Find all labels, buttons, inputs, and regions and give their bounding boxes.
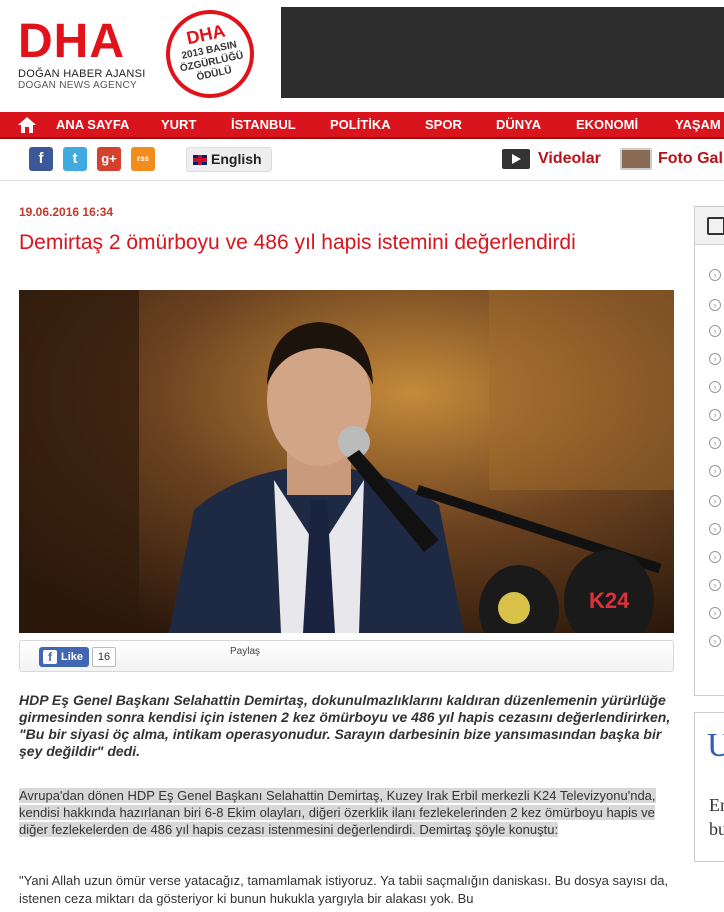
dha-logo[interactable]: DHA DOĞAN HABER AJANSI DOGAN NEWS AGENCY <box>18 18 168 98</box>
googleplus-icon[interactable]: g+ <box>97 147 121 171</box>
news-list-icon <box>707 217 724 235</box>
article-lead: HDP Eş Genel Başkanı Selahattin Demirtaş… <box>19 692 671 759</box>
facebook-icon[interactable]: f <box>29 147 53 171</box>
videos-label: Videolar <box>538 150 601 167</box>
chevron-right-icon[interactable]: › <box>709 551 721 563</box>
highlighted-text: Avrupa'dan dönen HDP Eş Genel Başkanı Se… <box>19 788 656 837</box>
main-navigation: ANA SAYFA YURT İSTANBUL POLİTİKA SPOR DÜ… <box>0 112 724 139</box>
promo-text: Er bu <box>709 793 724 841</box>
chevron-right-icon[interactable]: › <box>709 635 721 647</box>
svg-text:K24: K24 <box>589 588 630 613</box>
article-paragraph-2: "Yani Allah uzun ömür verse yatacağız, t… <box>19 873 669 906</box>
facebook-icon: f <box>43 650 57 664</box>
chevron-right-icon[interactable]: › <box>709 607 721 619</box>
photo-gallery-link[interactable]: Foto Gal <box>620 145 723 173</box>
share-label[interactable]: Paylaş <box>230 646 260 657</box>
sidebar-header <box>695 207 724 245</box>
facebook-like-button[interactable]: f Like <box>39 647 89 667</box>
nav-item-yurt[interactable]: YURT <box>161 112 196 137</box>
nav-item-dunya[interactable]: DÜNYA <box>496 112 541 137</box>
chevron-right-icon[interactable]: › <box>709 381 721 393</box>
like-label: Like <box>61 651 84 663</box>
twitter-icon[interactable]: t <box>63 147 87 171</box>
photo-gallery-label: Foto Gal <box>658 150 723 167</box>
chevron-right-icon[interactable]: › <box>709 437 721 449</box>
social-toolbar: f t g+ rss English Videolar Foto Gal <box>0 139 724 181</box>
uk-flag-icon <box>193 155 207 165</box>
chevron-right-icon[interactable]: › <box>709 579 721 591</box>
logo-wordmark: DHA <box>18 15 125 68</box>
nav-item-spor[interactable]: SPOR <box>425 112 462 137</box>
nav-item-istanbul[interactable]: İSTANBUL <box>231 112 296 137</box>
press-freedom-award-badge: DHA 2013 BASIN ÖZGÜRLÜĞÜ ÖDÜLÜ <box>157 1 263 107</box>
promo-letter: U <box>707 727 724 764</box>
nav-item-yasam[interactable]: YAŞAM <box>675 112 721 137</box>
chevron-right-icon[interactable]: › <box>709 299 721 311</box>
nav-item-politika[interactable]: POLİTİKA <box>330 112 391 137</box>
logo-subtitle-en: DOGAN NEWS AGENCY <box>18 80 138 91</box>
promo-text-line2: bu <box>709 819 724 839</box>
chevron-right-icon[interactable]: › <box>709 409 721 421</box>
home-icon[interactable] <box>16 115 38 135</box>
chevron-right-icon[interactable]: › <box>709 325 721 337</box>
video-camera-icon <box>502 149 530 169</box>
chevron-right-icon[interactable]: › <box>709 269 721 281</box>
chevron-right-icon[interactable]: › <box>709 523 721 535</box>
site-header: DHA DOĞAN HABER AJANSI DOGAN NEWS AGENCY… <box>0 0 724 112</box>
sidebar-promo-box[interactable]: U Er bu <box>694 712 724 862</box>
article-title: Demirtaş 2 ömürboyu ve 486 yıl hapis ist… <box>19 231 576 254</box>
english-label: English <box>211 151 262 167</box>
news-list-sidebar: › › › › › › › › › › › › › › <box>694 206 724 696</box>
chevron-right-icon[interactable]: › <box>709 465 721 477</box>
promo-text-line1: Er <box>709 795 724 815</box>
chevron-right-icon[interactable]: › <box>709 495 721 507</box>
article-paragraph-1: Avrupa'dan dönen HDP Eş Genel Başkanı Se… <box>19 787 679 838</box>
rss-icon[interactable]: rss <box>131 147 155 171</box>
article-photo: K24 <box>19 290 674 633</box>
logo-subtitle-tr: DOĞAN HABER AJANSI <box>18 68 146 80</box>
share-bar: f Like 16 Paylaş <box>19 640 674 672</box>
like-count: 16 <box>92 647 116 667</box>
photo-gallery-icon <box>620 148 652 170</box>
chevron-right-icon[interactable]: › <box>709 353 721 365</box>
article-date: 19.06.2016 16:34 <box>19 205 114 219</box>
english-language-button[interactable]: English <box>186 147 272 172</box>
nav-item-ana-sayfa[interactable]: ANA SAYFA <box>56 112 129 137</box>
header-ad-banner[interactable] <box>281 7 724 98</box>
videos-link[interactable]: Videolar <box>502 145 601 173</box>
nav-item-ekonomi[interactable]: EKONOMİ <box>576 112 638 137</box>
